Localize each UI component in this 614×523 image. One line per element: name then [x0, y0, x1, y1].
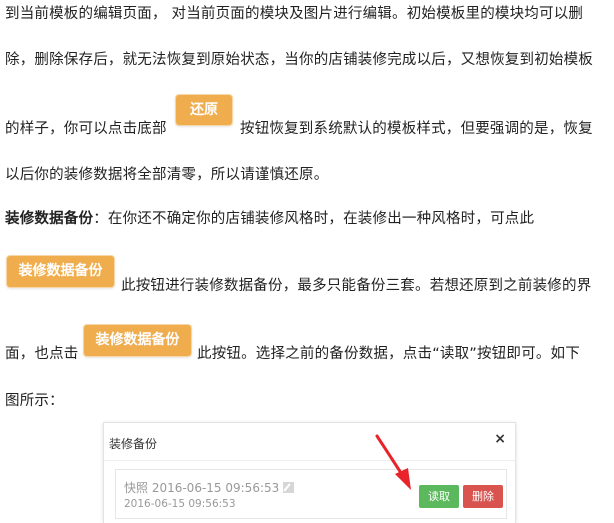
snapshot-name: 快照 2016-06-15 09:56:53: [124, 481, 280, 495]
text-line: 到当前模板的编辑页面， 对当前页面的模块及图片进行编辑。初始模板里的模块均可以删: [5, 6, 584, 22]
divider: [104, 460, 515, 461]
backup-data-button[interactable]: 装修数据备份: [7, 256, 114, 287]
text-line: 此按钮。选择之前的备份数据，点击“读取”按钮即可。如下: [197, 346, 580, 362]
delete-button[interactable]: 删除: [463, 485, 503, 508]
text-line: 按钮恢复到系统默认的模板样式，但要强调的是，恢复: [240, 121, 593, 137]
edit-icon[interactable]: [283, 482, 295, 493]
text-segment: ：在你还不确定你的店铺装修风格时，在装修出一种风格时，可点此: [93, 211, 535, 227]
text-line: 面，也点击: [5, 346, 79, 362]
text-segment: 的样子，你可以点击底部: [5, 121, 167, 137]
text-line: 除，删除保存后，就无法恢复到原始状态，当你的店铺装修完成以后，又想恢复到初始模板: [5, 52, 593, 68]
backup-data-button-2[interactable]: 装修数据备份: [84, 325, 191, 356]
text-line: 装修数据备份：在你还不确定你的店铺装修风格时，在装修出一种风格时，可点此: [5, 209, 534, 229]
text-line: 此按钮进行装修数据备份，最多只能备份三套。若想还原到之前装修的界: [121, 278, 592, 294]
text-line: 的样子，你可以点击底部: [5, 119, 167, 139]
close-icon[interactable]: ×: [494, 431, 506, 447]
modal-title: 装修备份: [109, 437, 158, 451]
snapshot-item: 快照 2016-06-15 09:56:53 2016-06-15 09:56:…: [115, 469, 507, 519]
read-button[interactable]: 读取: [419, 485, 459, 508]
snapshot-date: 2016-06-15 09:56:53: [124, 498, 236, 510]
backup-modal: 装修备份 × 快照 2016-06-15 09:56:53 2016-06-15…: [103, 422, 516, 523]
snapshot-name-row: 快照 2016-06-15 09:56:53: [124, 479, 295, 496]
bold-label: 装修数据备份: [5, 211, 94, 227]
text-line: 以后你的装修数据将全部清零，所以请谨慎还原。: [5, 167, 329, 183]
text-line: 图所示：: [5, 393, 64, 409]
restore-button[interactable]: 还原: [176, 95, 232, 125]
